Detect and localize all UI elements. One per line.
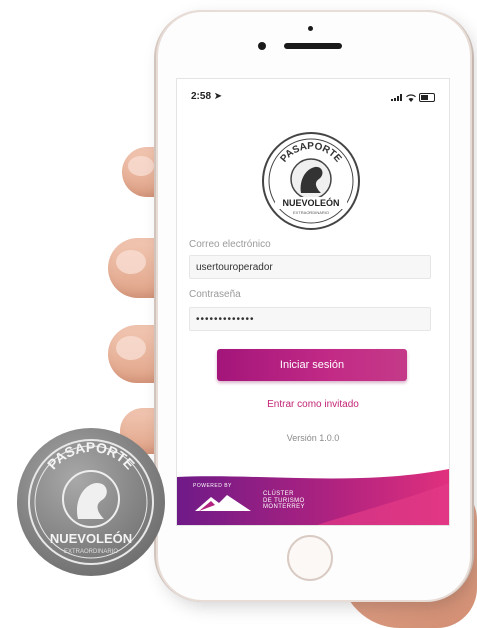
mountain-logo-icon	[195, 495, 251, 511]
location-arrow-icon: ➤	[213, 91, 223, 102]
email-field[interactable]: usertouroperador	[189, 255, 431, 279]
logo-bottom-text: NUEVOLEÓN	[282, 197, 339, 208]
stamp-bottom-text: NUEVOLEÓN	[50, 531, 132, 546]
cluster-line-3: MONTERREY	[263, 504, 305, 510]
version-text: Versión 1.0.0	[286, 433, 340, 443]
proximity-sensor	[308, 26, 313, 31]
nail-1	[128, 156, 154, 176]
battery-icon	[419, 93, 435, 102]
wifi-icon	[406, 93, 416, 102]
signal-icon	[391, 94, 403, 101]
status-icons	[391, 93, 435, 102]
password-field[interactable]: •••••••••••••	[189, 307, 431, 331]
nail-2	[116, 250, 146, 274]
login-button[interactable]: Iniciar sesión	[217, 349, 407, 381]
powered-by-text: POWERED BY	[193, 483, 232, 489]
app-screen: 2:58 ➤ PASAPORTE NUEVOLEÓN EXTRAORDINARI…	[176, 78, 450, 526]
footer-banner: POWERED BY CLÚSTER DE TURISMO MONTERREY	[177, 469, 449, 525]
password-label: Contraseña	[189, 289, 241, 300]
pasaporte-stamp: PASAPORTE NUEVOLEÓN EXTRAORDINARIO	[17, 428, 165, 576]
nail-3	[116, 336, 146, 360]
status-bar: 2:58 ➤	[191, 91, 435, 107]
stamp-sub-text: EXTRAORDINARIO	[64, 549, 118, 555]
pasaporte-logo: PASAPORTE NUEVOLEÓN EXTRAORDINARIO	[262, 132, 360, 230]
home-button[interactable]	[287, 535, 333, 581]
status-time: 2:58 ➤	[191, 91, 223, 102]
guest-login-link[interactable]: Entrar como invitado	[177, 399, 449, 410]
email-label: Correo electrónico	[189, 239, 271, 250]
cluster-turismo-text: CLÚSTER DE TURISMO MONTERREY	[263, 491, 305, 511]
earpiece-speaker	[284, 43, 342, 49]
front-camera	[258, 42, 266, 50]
logo-sub-text: EXTRAORDINARIO	[293, 210, 329, 215]
